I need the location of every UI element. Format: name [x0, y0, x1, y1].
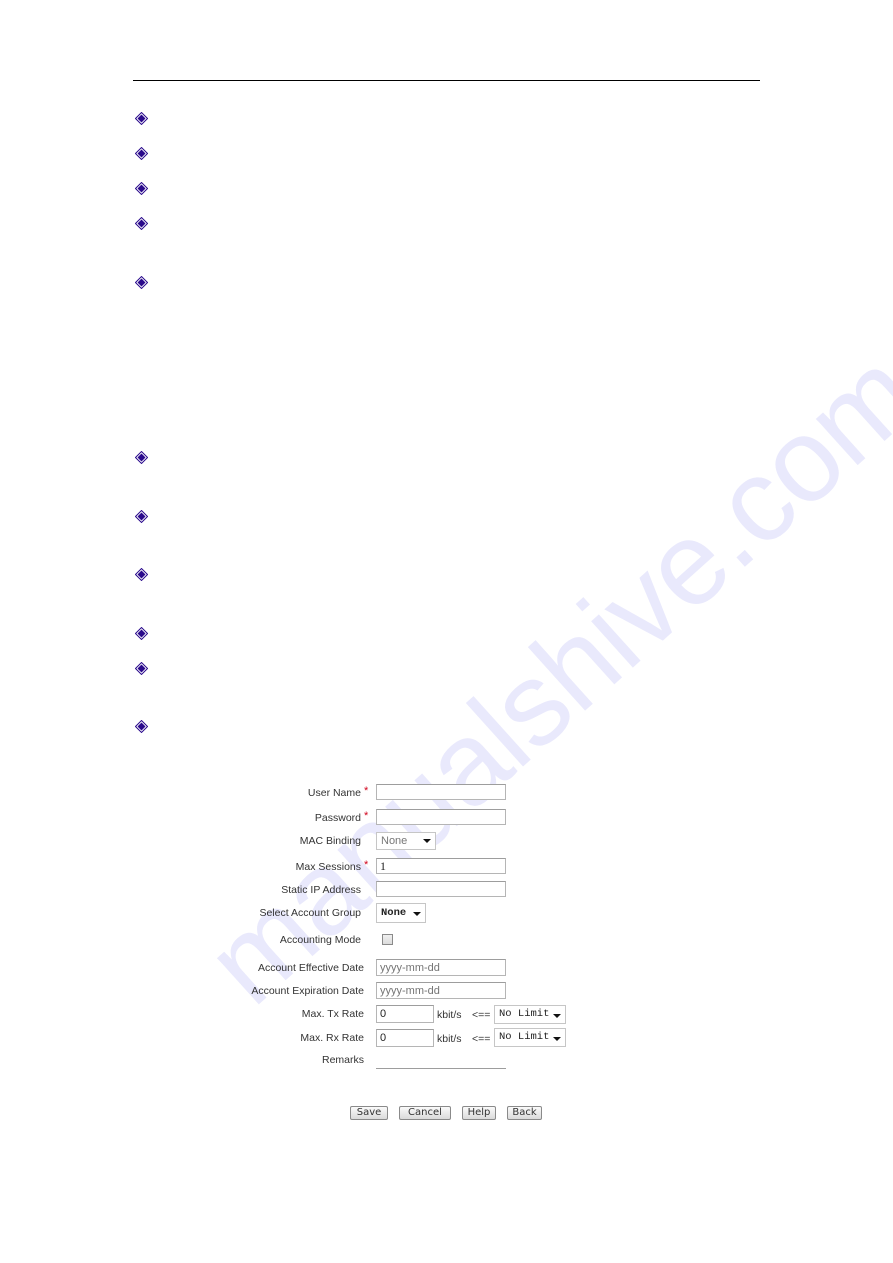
user-name-label: User Name — [307, 787, 361, 799]
expiration-date-input[interactable] — [376, 982, 506, 999]
password-label: Password — [314, 812, 361, 824]
account-group-select[interactable]: None — [376, 903, 426, 923]
chevron-down-icon — [413, 912, 421, 916]
rx-rate-arrow: <== — [472, 1033, 491, 1045]
tx-rate-input[interactable] — [376, 1005, 434, 1023]
chevron-down-icon — [423, 839, 431, 843]
rx-rate-preset-select[interactable]: No Limit — [494, 1028, 566, 1047]
accounting-mode-checkbox[interactable] — [382, 934, 393, 945]
user-name-input[interactable] — [376, 784, 506, 800]
required-marker: * — [364, 785, 369, 797]
rx-rate-label: Max. Rx Rate — [300, 1032, 364, 1044]
user-account-form: User Name * Password * MAC Binding None … — [0, 0, 893, 1263]
save-button[interactable]: Save — [350, 1106, 388, 1120]
mac-binding-select[interactable]: None — [376, 832, 436, 850]
chevron-down-icon — [553, 1014, 561, 1018]
chevron-down-icon — [553, 1037, 561, 1041]
account-group-label: Select Account Group — [259, 907, 361, 919]
static-ip-label: Static IP Address — [281, 884, 361, 896]
mac-binding-label: MAC Binding — [299, 835, 361, 847]
remarks-textarea[interactable] — [376, 1068, 506, 1069]
expiration-date-label: Account Expiration Date — [251, 985, 364, 997]
required-marker: * — [364, 859, 369, 871]
back-button[interactable]: Back — [507, 1106, 542, 1120]
rx-rate-input[interactable] — [376, 1029, 434, 1047]
required-marker: * — [364, 810, 369, 822]
tx-rate-preset-select[interactable]: No Limit — [494, 1005, 566, 1024]
tx-rate-preset-value: No Limit — [499, 1008, 550, 1020]
help-button[interactable]: Help — [462, 1106, 496, 1120]
static-ip-input[interactable] — [376, 881, 506, 897]
account-group-value: None — [381, 907, 407, 919]
max-sessions-input[interactable] — [376, 858, 506, 874]
accounting-mode-label: Accounting Mode — [279, 934, 361, 946]
tx-rate-arrow: <== — [472, 1009, 491, 1021]
effective-date-label: Account Effective Date — [257, 962, 364, 974]
password-input[interactable] — [376, 809, 506, 825]
mac-binding-value: None — [381, 835, 408, 847]
effective-date-input[interactable] — [376, 959, 506, 976]
max-sessions-label: Max Sessions — [295, 861, 361, 873]
rx-rate-preset-value: No Limit — [499, 1031, 550, 1043]
cancel-button[interactable]: Cancel — [399, 1106, 451, 1120]
remarks-label: Remarks — [321, 1054, 364, 1066]
tx-rate-label: Max. Tx Rate — [301, 1008, 364, 1020]
rx-rate-unit: kbit/s — [437, 1033, 462, 1045]
tx-rate-unit: kbit/s — [437, 1009, 462, 1021]
